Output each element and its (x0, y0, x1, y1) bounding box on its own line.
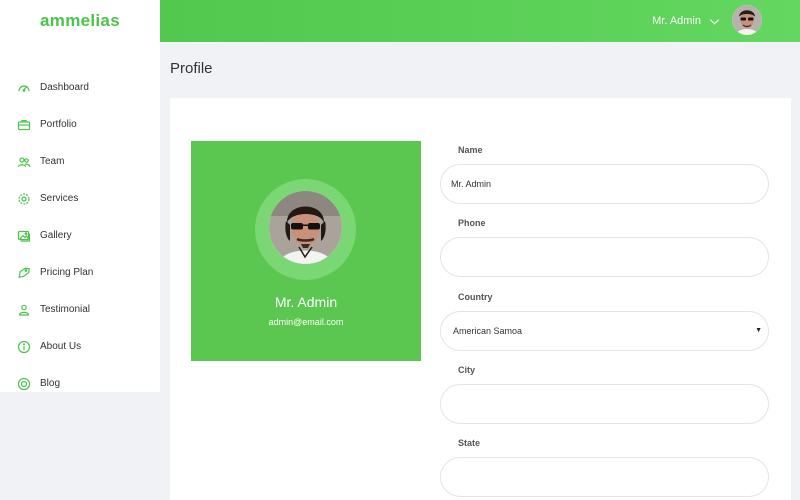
avatar-ring (255, 179, 356, 280)
sidebar-item-label: Services (40, 193, 79, 204)
profile-summary-card: Mr. Admin admin@email.com (191, 141, 421, 361)
user-name: Mr. Admin (652, 15, 701, 27)
country-label: Country (458, 292, 493, 302)
sidebar-item-about-us[interactable]: About Us (0, 328, 160, 365)
sidebar-nav: Dashboard Portfolio Team Services Galler… (0, 69, 160, 402)
user-menu[interactable]: Mr. Admin (652, 0, 720, 42)
state-field[interactable] (440, 457, 769, 497)
sidebar-item-label: Blog (40, 378, 61, 389)
country-select-value: American Samoa (453, 326, 523, 336)
profile-name: Mr. Admin (274, 294, 338, 310)
chevron-down-icon[interactable] (709, 16, 720, 27)
sidebar-item-label: Portfolio (40, 119, 77, 130)
sidebar: ammelias Dashboard Portfolio Team Servic… (0, 0, 160, 392)
sidebar-item-label: Pricing Plan (40, 267, 94, 278)
city-label: City (458, 365, 476, 375)
user-icon (18, 304, 30, 316)
avatar-image (732, 5, 762, 35)
avatar[interactable] (732, 5, 762, 35)
sidebar-item-team[interactable]: Team (0, 143, 160, 180)
briefcase-icon (17, 119, 31, 130)
team-icon (17, 156, 31, 167)
brand-logo[interactable]: ammelias (0, 0, 160, 42)
caret-down-icon: ▼ (755, 327, 762, 334)
sidebar-item-label: About Us (40, 341, 82, 352)
sidebar-item-label: Team (40, 156, 65, 167)
avatar-image (269, 191, 342, 264)
name-field-value: Mr. Admin (451, 179, 492, 189)
avatar[interactable] (269, 191, 342, 264)
state-label: State (458, 438, 481, 448)
name-label: Name (458, 145, 483, 155)
sidebar-item-pricing-plan[interactable]: Pricing Plan (0, 254, 160, 291)
name-field[interactable]: Mr. Admin (440, 164, 769, 204)
brand-name: ammelias (40, 11, 120, 30)
sidebar-item-label: Gallery (40, 230, 72, 241)
sidebar-item-blog[interactable]: Blog (0, 365, 160, 402)
country-select[interactable]: American Samoa ▼ (440, 311, 769, 351)
phone-field[interactable] (440, 237, 769, 277)
gear-icon (18, 192, 30, 205)
sidebar-item-portfolio[interactable]: Portfolio (0, 106, 160, 143)
sidebar-item-label: Testimonial (40, 304, 91, 315)
info-icon (17, 340, 31, 353)
blog-icon (17, 377, 31, 390)
page-title: Profile (170, 60, 213, 77)
sidebar-item-gallery[interactable]: Gallery (0, 217, 160, 254)
sidebar-item-services[interactable]: Services (0, 180, 160, 217)
tag-icon (18, 267, 30, 278)
profile-email: admin@email.com (268, 317, 344, 327)
city-field[interactable] (440, 384, 769, 424)
topbar: Mr. Admin (160, 0, 800, 42)
sidebar-item-testimonial[interactable]: Testimonial (0, 291, 160, 328)
dashboard-gauge-icon (18, 84, 30, 92)
gallery-icon (17, 230, 31, 242)
phone-label: Phone (458, 218, 486, 228)
sidebar-item-dashboard[interactable]: Dashboard (0, 69, 160, 106)
sidebar-item-label: Dashboard (40, 82, 89, 93)
